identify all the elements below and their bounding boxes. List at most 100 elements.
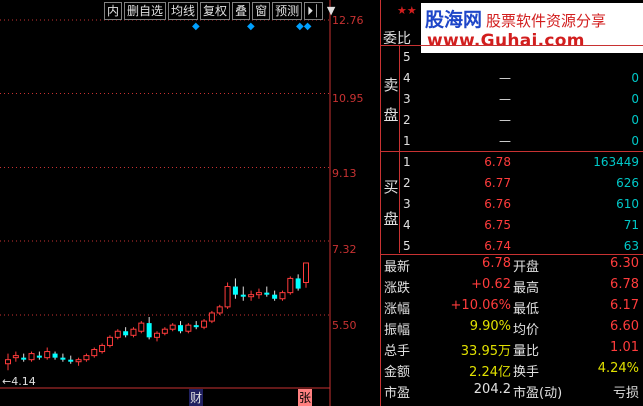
- candle: [28, 351, 35, 362]
- forecast-button[interactable]: 预测: [272, 2, 303, 20]
- order-price: 6.75: [484, 218, 511, 232]
- quote-label: 最新: [384, 260, 411, 275]
- quote-label: 市盈: [384, 386, 411, 401]
- quote-value: 6.78: [610, 277, 639, 292]
- sell-row[interactable]: 4 — 0: [381, 67, 643, 88]
- kline-chart[interactable]: [0, 0, 380, 406]
- candle: [279, 290, 286, 301]
- watermark-site: 股海网: [425, 9, 483, 31]
- quote-label: 最高: [513, 281, 540, 296]
- candle-body: [123, 331, 129, 336]
- candle: [12, 351, 19, 362]
- remove-favorite-button[interactable]: 删自选: [124, 2, 167, 20]
- candle-body: [60, 357, 66, 360]
- price-tick: 9.13: [332, 167, 357, 180]
- candle: [36, 351, 42, 360]
- level-number: 3: [403, 92, 411, 106]
- candle: [185, 323, 192, 334]
- buy-row[interactable]: 4 6.75 71: [381, 214, 643, 235]
- quote-value: +10.06%: [450, 298, 511, 313]
- candle-body: [216, 306, 223, 314]
- candle-body: [146, 323, 152, 338]
- candle: [83, 353, 90, 362]
- candle: [255, 288, 262, 299]
- star-icon: ★★: [397, 4, 417, 17]
- candle-body: [295, 278, 301, 289]
- quote-label: 金额: [384, 365, 411, 380]
- sell-row[interactable]: 2 — 0: [381, 109, 643, 130]
- sell-row[interactable]: 5: [381, 46, 643, 67]
- level-number: 2: [403, 113, 411, 127]
- quote-label: 涨跌: [384, 281, 411, 296]
- order-price: —: [499, 71, 511, 85]
- price-tick: 10.95: [332, 92, 364, 105]
- window-button[interactable]: 窗: [252, 2, 271, 20]
- quote-value: 6.78: [482, 256, 511, 271]
- quote-value: 9.90%: [469, 319, 511, 334]
- level-number: 3: [403, 197, 411, 211]
- candle-body: [12, 355, 19, 359]
- quote-value: 204.2: [473, 382, 511, 397]
- candle-body: [224, 286, 231, 308]
- candle-body: [178, 325, 184, 332]
- quote-value: 亏损: [612, 386, 639, 401]
- candle-body: [255, 292, 262, 296]
- overlay-button[interactable]: 叠: [232, 2, 251, 20]
- order-price: 6.77: [484, 176, 511, 190]
- candle-body: [68, 359, 74, 362]
- diamond-icon: ◆◆: [296, 21, 312, 32]
- candle-body: [44, 351, 51, 359]
- buy-row[interactable]: 1 6.78 163449: [381, 151, 643, 172]
- level-number: 4: [403, 71, 411, 85]
- candle: [44, 347, 51, 360]
- candle: [161, 327, 168, 336]
- sell-row[interactable]: 1 — 0: [381, 130, 643, 151]
- candle: [295, 274, 301, 291]
- moving-average-button[interactable]: 均线: [168, 2, 199, 20]
- candle: [146, 317, 152, 340]
- buy-row[interactable]: 5 6.74 63: [381, 235, 643, 256]
- candle-body: [99, 344, 106, 353]
- limit-up-marker[interactable]: 张: [298, 389, 313, 406]
- candle-body: [52, 353, 58, 358]
- candle: [224, 282, 231, 309]
- candle-body: [264, 292, 270, 295]
- candle: [91, 347, 98, 358]
- order-price: —: [499, 92, 511, 106]
- candle: [52, 351, 58, 360]
- candle: [272, 290, 278, 301]
- sell-row[interactable]: 3 — 0: [381, 88, 643, 109]
- price-tick: 7.32: [332, 243, 357, 256]
- candle: [216, 304, 223, 315]
- candle-body: [248, 294, 255, 298]
- candle: [193, 321, 199, 330]
- candle-body: [75, 359, 82, 363]
- buy-row[interactable]: 3 6.76 610: [381, 193, 643, 214]
- watermark-slogan: 股票软件资源分享: [486, 12, 607, 30]
- order-price: 6.78: [484, 155, 511, 169]
- adjust-rights-button[interactable]: 复权: [200, 2, 231, 20]
- candle: [21, 353, 27, 362]
- quote-label: 涨幅: [384, 302, 411, 317]
- order-volume: 0: [631, 113, 639, 127]
- buy-row[interactable]: 2 6.77 626: [381, 172, 643, 193]
- candle-body: [201, 320, 208, 328]
- candle-body: [169, 324, 176, 330]
- quote-label: 量比: [513, 344, 540, 359]
- candle: [240, 286, 246, 301]
- candle-body: [272, 294, 278, 299]
- diamond-icon: ◆: [247, 21, 255, 32]
- candle: [232, 278, 238, 299]
- candle: [60, 353, 66, 362]
- candle: [99, 343, 106, 354]
- nei-button[interactable]: 内: [104, 2, 123, 20]
- level-number: 1: [403, 134, 411, 148]
- candle-body: [287, 277, 294, 294]
- quote-label: 开盘: [513, 260, 540, 275]
- finance-marker[interactable]: 财: [189, 389, 204, 406]
- candle-body: [279, 292, 286, 300]
- candle: [178, 321, 184, 334]
- candle-body: [208, 312, 215, 322]
- jump-end-icon[interactable]: ⏵⏐: [304, 2, 323, 20]
- candle: [138, 321, 145, 334]
